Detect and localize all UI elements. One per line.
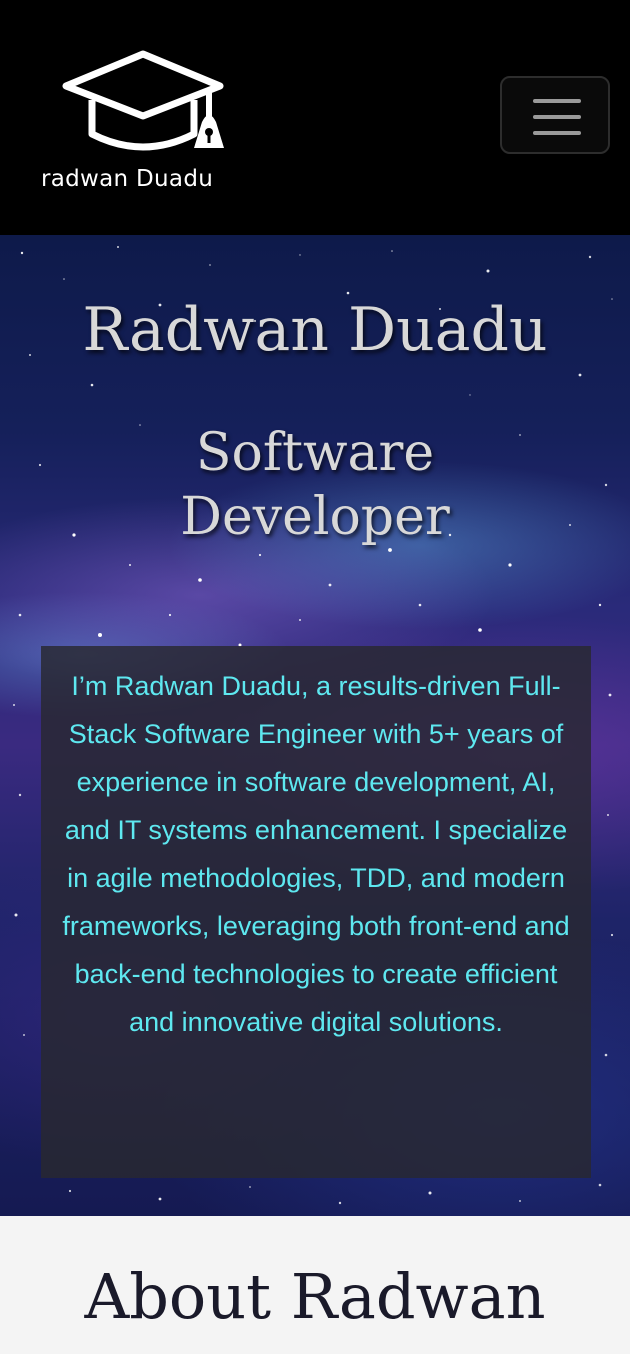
graduation-cap-icon [62, 50, 224, 151]
about-section: About Radwan [0, 1216, 630, 1354]
brand-logo-link[interactable]: radwan Duadu [36, 40, 256, 210]
hero-section: Radwan Duadu Software Developer I’m Radw… [0, 235, 630, 1216]
navbar: radwan Duadu [0, 0, 630, 235]
brand-text: radwan Duadu [41, 166, 214, 192]
about-heading: About Radwan [84, 1260, 546, 1333]
hero-name-heading: Radwan Duadu [82, 295, 548, 365]
bio-text: I’m Radwan Duadu, a results-driven Full-… [62, 671, 570, 1037]
hero-role-heading: Software Developer [180, 423, 450, 547]
bio-panel: I’m Radwan Duadu, a results-driven Full-… [41, 646, 591, 1178]
menu-toggle-button[interactable] [500, 76, 610, 154]
